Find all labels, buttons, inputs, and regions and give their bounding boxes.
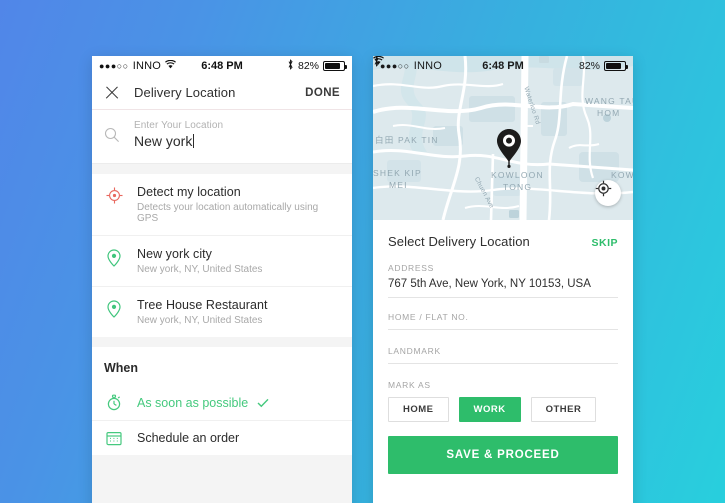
list-item-subtitle: New york, NY, United States: [137, 315, 263, 326]
search-input-text: New york: [134, 133, 193, 149]
right-phone-screen: ●●●○○ INNO 6:48 PM 82% 白田 PAK TIN SHEK K…: [373, 56, 633, 503]
section-divider-strip-2: [92, 337, 352, 347]
when-option-as-soon-as-possible[interactable]: As soon as possible: [92, 385, 352, 421]
list-item-text-group: Detect my location Detects your location…: [137, 185, 340, 224]
done-button[interactable]: DONE: [305, 87, 340, 99]
location-suggestions-list: Detect my location Detects your location…: [92, 174, 352, 337]
text-caret: [193, 134, 195, 148]
map-label-hom: HOM: [597, 108, 621, 118]
mark-as-label: MARK AS: [388, 380, 431, 390]
address-field-value: 767 5th Ave, New York, NY 10153, USA: [388, 278, 618, 298]
list-item-text-group: New york city New york, NY, United State…: [137, 247, 340, 275]
status-bar-right-group: 82%: [374, 56, 628, 72]
section-divider-strip: [92, 164, 352, 174]
when-option-schedule-an-order[interactable]: Schedule an order: [92, 421, 352, 455]
home-flat-no-label: HOME / FLAT NO.: [388, 312, 469, 322]
battery-percent: 82%: [297, 60, 319, 72]
skip-button[interactable]: SKIP: [591, 237, 618, 249]
map-label-tong: TONG: [503, 182, 533, 192]
page-title: Delivery Location: [134, 85, 236, 100]
check-icon: [257, 398, 269, 408]
map-label-shek-kip: SHEK KIP: [373, 168, 422, 178]
save-and-proceed-button[interactable]: SAVE & PROCEED: [388, 436, 618, 474]
search-placeholder-label: Enter Your Location: [134, 120, 224, 131]
map-label-wang-tau: WANG TAU: [585, 96, 633, 106]
mark-as-chip-home[interactable]: HOME: [388, 397, 449, 422]
mark-as-chip-other[interactable]: OTHER: [530, 397, 597, 422]
when-section-title: When: [92, 347, 352, 385]
close-icon[interactable]: [104, 85, 120, 101]
list-item-tree-house-restaurant[interactable]: Tree House Restaurant New york, NY, Unit…: [92, 287, 352, 337]
address-field-label: ADDRESS: [388, 263, 434, 273]
search-icon: [104, 127, 120, 148]
bluetooth-icon: [287, 59, 294, 73]
calendar-icon: [104, 430, 124, 446]
left-nav-header: Delivery Location DONE: [92, 76, 352, 110]
map-pin-icon: [104, 249, 124, 267]
mark-as-chip-group: HOME WORK OTHER: [388, 397, 618, 422]
landmark-field[interactable]: LANDMARK: [388, 346, 618, 364]
list-item-subtitle: Detects your location automatically usin…: [137, 202, 319, 224]
search-field-group: Enter Your Location New york: [134, 120, 340, 151]
status-bar-left: ●●●○○ INNO 6:48 PM 82%: [92, 56, 352, 76]
wifi-icon: [165, 59, 176, 72]
home-flat-no-field[interactable]: HOME / FLAT NO.: [388, 312, 618, 330]
form-title: Select Delivery Location: [388, 234, 530, 249]
map-label-kow: KOW: [611, 170, 633, 180]
search-input[interactable]: New york: [134, 133, 195, 149]
list-item-text-group: Tree House Restaurant New york, NY, Unit…: [137, 298, 340, 326]
left-bottom-filler: [92, 455, 352, 503]
detect-location-icon: [104, 187, 124, 204]
map-label-pak-tin: 白田 PAK TIN: [375, 135, 439, 145]
signal-dots-icon: ●●●○○: [99, 60, 129, 71]
form-header: Select Delivery Location SKIP: [388, 234, 618, 249]
locate-me-button[interactable]: [595, 180, 621, 206]
home-flat-no-input[interactable]: [388, 327, 618, 330]
map-label-mei: MEI: [389, 180, 408, 190]
when-section: When As soon as possible Schedule an ord…: [92, 347, 352, 455]
landmark-input[interactable]: [388, 361, 618, 364]
map-view[interactable]: ●●●○○ INNO 6:48 PM 82% 白田 PAK TIN SHEK K…: [373, 56, 633, 220]
battery-icon: [323, 61, 347, 71]
list-item-subtitle: New york, NY, United States: [137, 264, 263, 275]
left-phone-screen: ●●●○○ INNO 6:48 PM 82% Delivery Location…: [92, 56, 352, 503]
list-item-detect-my-location[interactable]: Detect my location Detects your location…: [92, 174, 352, 236]
landmark-label: LANDMARK: [388, 346, 441, 356]
when-option-label: Schedule an order: [137, 431, 240, 445]
stopwatch-icon: [104, 394, 124, 411]
map-pin-icon: [104, 300, 124, 318]
list-item-title: Tree House Restaurant: [137, 298, 268, 312]
list-item-new-york-city[interactable]: New york city New york, NY, United State…: [92, 236, 352, 287]
list-item-title: New york city: [137, 247, 212, 261]
delivery-location-form: Select Delivery Location SKIP ADDRESS 76…: [373, 220, 633, 474]
mark-as-chip-work[interactable]: WORK: [458, 397, 521, 422]
status-bar-right: ●●●○○ INNO 6:48 PM 82%: [373, 56, 633, 76]
map-label-kowloon: KOWLOON: [491, 170, 544, 180]
location-search-row[interactable]: Enter Your Location New york: [92, 110, 352, 164]
signal-dots-icon: ●●●○○: [380, 60, 410, 71]
battery-percent: 82%: [578, 60, 600, 72]
status-bar-left-group: ●●●○○ INNO: [373, 56, 446, 72]
status-bar-left-group: ●●●○○ INNO: [99, 59, 176, 72]
status-bar-right-group: 82%: [287, 59, 347, 73]
left-screen-body: Enter Your Location New york Detect my l…: [92, 110, 352, 503]
when-option-label: As soon as possible: [137, 395, 249, 410]
address-field[interactable]: ADDRESS 767 5th Ave, New York, NY 10153,…: [388, 263, 618, 298]
battery-icon: [604, 61, 628, 71]
carrier-name: INNO: [413, 60, 442, 72]
carrier-name: INNO: [132, 60, 161, 72]
list-item-title: Detect my location: [137, 185, 241, 199]
